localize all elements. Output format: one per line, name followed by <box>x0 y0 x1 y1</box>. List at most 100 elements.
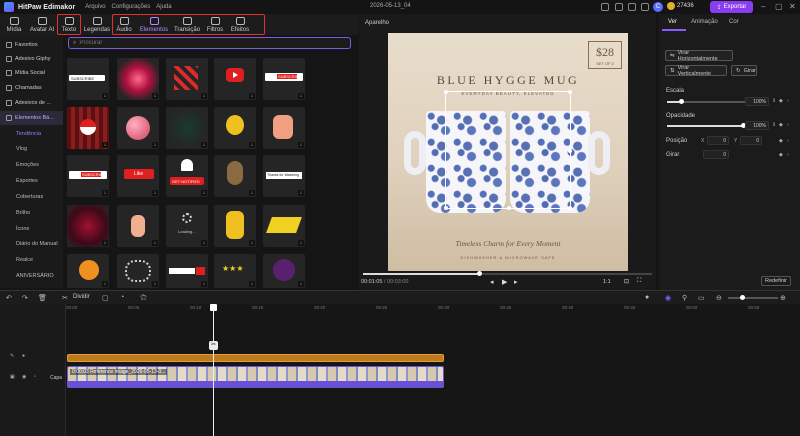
sidebar-subitem-trending[interactable]: Tendência <box>0 128 63 140</box>
keyframe-icon[interactable]: ◆ <box>779 138 783 144</box>
element-tile[interactable]: ↓ <box>263 205 305 247</box>
split-icon[interactable]: ✂ <box>209 341 218 350</box>
download-icon[interactable]: ↓ <box>152 142 158 148</box>
resize-handle[interactable] <box>568 149 572 153</box>
menu-help[interactable]: Ajuda <box>156 4 171 10</box>
download-icon[interactable]: ↓ <box>201 240 207 246</box>
prev-frame-icon[interactable]: ◂ <box>490 278 494 286</box>
preview-canvas[interactable]: $28 SET OF 2 BLUE HYGGE MUG EVERYDAY BEAU… <box>388 33 628 271</box>
sidebar-item-social[interactable]: Mídia Social <box>0 66 63 80</box>
next-frame-icon[interactable]: ▸ <box>514 278 518 286</box>
rotate-button[interactable]: ↻ Girar <box>731 65 757 76</box>
effect-clip[interactable] <box>67 354 444 362</box>
split-label[interactable]: Dividir <box>73 294 90 300</box>
download-icon[interactable]: ↓ <box>298 240 304 246</box>
download-icon[interactable]: ↓ <box>102 281 108 287</box>
export-button[interactable]: ⇪ Exportar <box>710 1 753 13</box>
element-tile[interactable]: Like ↓ <box>117 155 159 197</box>
pos-y-input[interactable]: 0 <box>740 136 762 145</box>
reset-icon[interactable]: › <box>787 138 789 144</box>
monitor-icon[interactable] <box>601 3 609 11</box>
sidebar-subitem-glow[interactable]: Brilho <box>0 207 63 219</box>
link-icon[interactable]: ⚲ <box>682 294 687 302</box>
download-icon[interactable]: ↓ <box>249 281 255 287</box>
playhead[interactable]: ✂ <box>209 304 218 436</box>
download-icon[interactable]: ↓ <box>249 142 255 148</box>
element-tile[interactable]: GET NOTIFIED ↓ <box>166 155 208 197</box>
slider-knob[interactable] <box>740 295 745 300</box>
element-tile[interactable]: SUBSCRIBE ↓ <box>67 58 109 100</box>
search-input[interactable] <box>79 40 340 46</box>
element-tile[interactable]: ↓ <box>166 107 208 149</box>
element-tile[interactable]: ↓ <box>214 205 256 247</box>
opacity-slider[interactable] <box>667 123 746 128</box>
zoom-out-icon[interactable]: ⊖ <box>716 294 722 302</box>
element-tile[interactable]: ↓ <box>117 205 159 247</box>
element-tile[interactable]: ★★★ ↓ <box>214 254 256 288</box>
reset-icon[interactable]: › <box>787 98 789 104</box>
element-tile[interactable]: ↓ <box>166 254 208 288</box>
redo-icon[interactable]: ↷ <box>22 294 28 302</box>
magnet-icon[interactable]: ◉ <box>665 294 671 302</box>
download-icon[interactable]: ↓ <box>298 93 304 99</box>
download-icon[interactable]: ↓ <box>102 190 108 196</box>
download-icon[interactable]: ↓ <box>152 190 158 196</box>
menu-file[interactable]: Arquivo <box>85 4 105 10</box>
download-icon[interactable]: ↓ <box>201 190 207 196</box>
element-tile[interactable]: Thanks for Watching ↓ <box>263 155 305 197</box>
resize-handle[interactable] <box>568 90 572 94</box>
tab-animation[interactable]: Animação <box>691 19 718 25</box>
element-tile[interactable]: SUBSCRIBE ↓ <box>67 155 109 197</box>
avatar[interactable]: C <box>653 2 663 12</box>
element-tile[interactable]: ↓ <box>117 58 159 100</box>
mute-icon[interactable]: ◔ <box>33 374 36 380</box>
download-icon[interactable]: ↓ <box>249 93 255 99</box>
timeline-ruler[interactable]: 00:00 00:05 00:10 00:15 00:20 00:25 00:3… <box>66 304 800 314</box>
download-icon[interactable]: ↓ <box>152 240 158 246</box>
settings-icon[interactable] <box>641 3 649 11</box>
scale-slider[interactable] <box>667 99 745 104</box>
sidebar-item-giphy[interactable]: Adesivo Giphy <box>0 52 63 66</box>
sidebar-item-stickers[interactable]: Adesivos de ... <box>0 96 63 110</box>
element-tile[interactable]: ↓ <box>214 107 256 149</box>
download-icon[interactable]: ↓ <box>249 240 255 246</box>
element-tile[interactable]: SUBSCRIBE ↓ <box>263 58 305 100</box>
sidebar-subitem-highlight[interactable]: Realce <box>0 254 63 266</box>
maximize-icon[interactable]: ▢ <box>775 2 783 11</box>
element-tile[interactable]: ↓ <box>263 254 305 288</box>
chat-icon[interactable] <box>615 3 623 11</box>
screenshot-icon[interactable]: ⊡ <box>624 278 629 285</box>
menu-settings[interactable]: Configurações <box>112 4 151 10</box>
preview-scrubber[interactable] <box>363 271 652 276</box>
tab-media[interactable]: Mídia <box>2 14 26 35</box>
slider-knob[interactable] <box>679 99 684 104</box>
element-tile[interactable]: ↓ <box>214 155 256 197</box>
stepper-icon[interactable]: ⇕ <box>772 122 776 128</box>
element-tile[interactable]: ↓ <box>214 58 256 100</box>
resize-handle[interactable] <box>507 206 511 210</box>
undo-icon[interactable]: ↶ <box>6 294 12 302</box>
element-tile[interactable]: ↓ <box>263 107 305 149</box>
ai-icon[interactable]: ⚝ <box>140 294 147 302</box>
keyframe-icon[interactable]: ◆ <box>779 98 783 104</box>
download-icon[interactable]: ↓ <box>298 142 304 148</box>
edit-track-icon[interactable]: ✎ <box>10 353 14 359</box>
download-icon[interactable]: ↓ <box>152 281 158 287</box>
flip-vertical-button[interactable]: ⇅ Virar Verticalmente <box>665 65 727 77</box>
sidebar-subitem-vlog[interactable]: Vlog <box>0 143 63 155</box>
element-tile[interactable]: ↓ <box>117 107 159 149</box>
play-icon[interactable]: ▶ <box>502 278 507 286</box>
element-tile[interactable]: ↓ <box>67 107 109 149</box>
lock-icon[interactable]: ● <box>22 353 25 359</box>
speed-icon[interactable]: ◔ <box>120 294 124 301</box>
download-icon[interactable]: ↓ <box>298 190 304 196</box>
download-icon[interactable]: ↓ <box>102 93 108 99</box>
split-icon[interactable]: ✂ <box>62 294 68 302</box>
scrubber-knob[interactable] <box>477 271 482 276</box>
element-tile[interactable]: ↓ <box>67 205 109 247</box>
credits-badge[interactable]: 27436 <box>667 2 694 10</box>
element-tile[interactable]: ↓ <box>67 254 109 288</box>
tab-avatar-ai[interactable]: Avatar AI <box>27 14 57 35</box>
download-icon[interactable]: ↓ <box>102 240 108 246</box>
download-icon[interactable]: ↓ <box>249 190 255 196</box>
